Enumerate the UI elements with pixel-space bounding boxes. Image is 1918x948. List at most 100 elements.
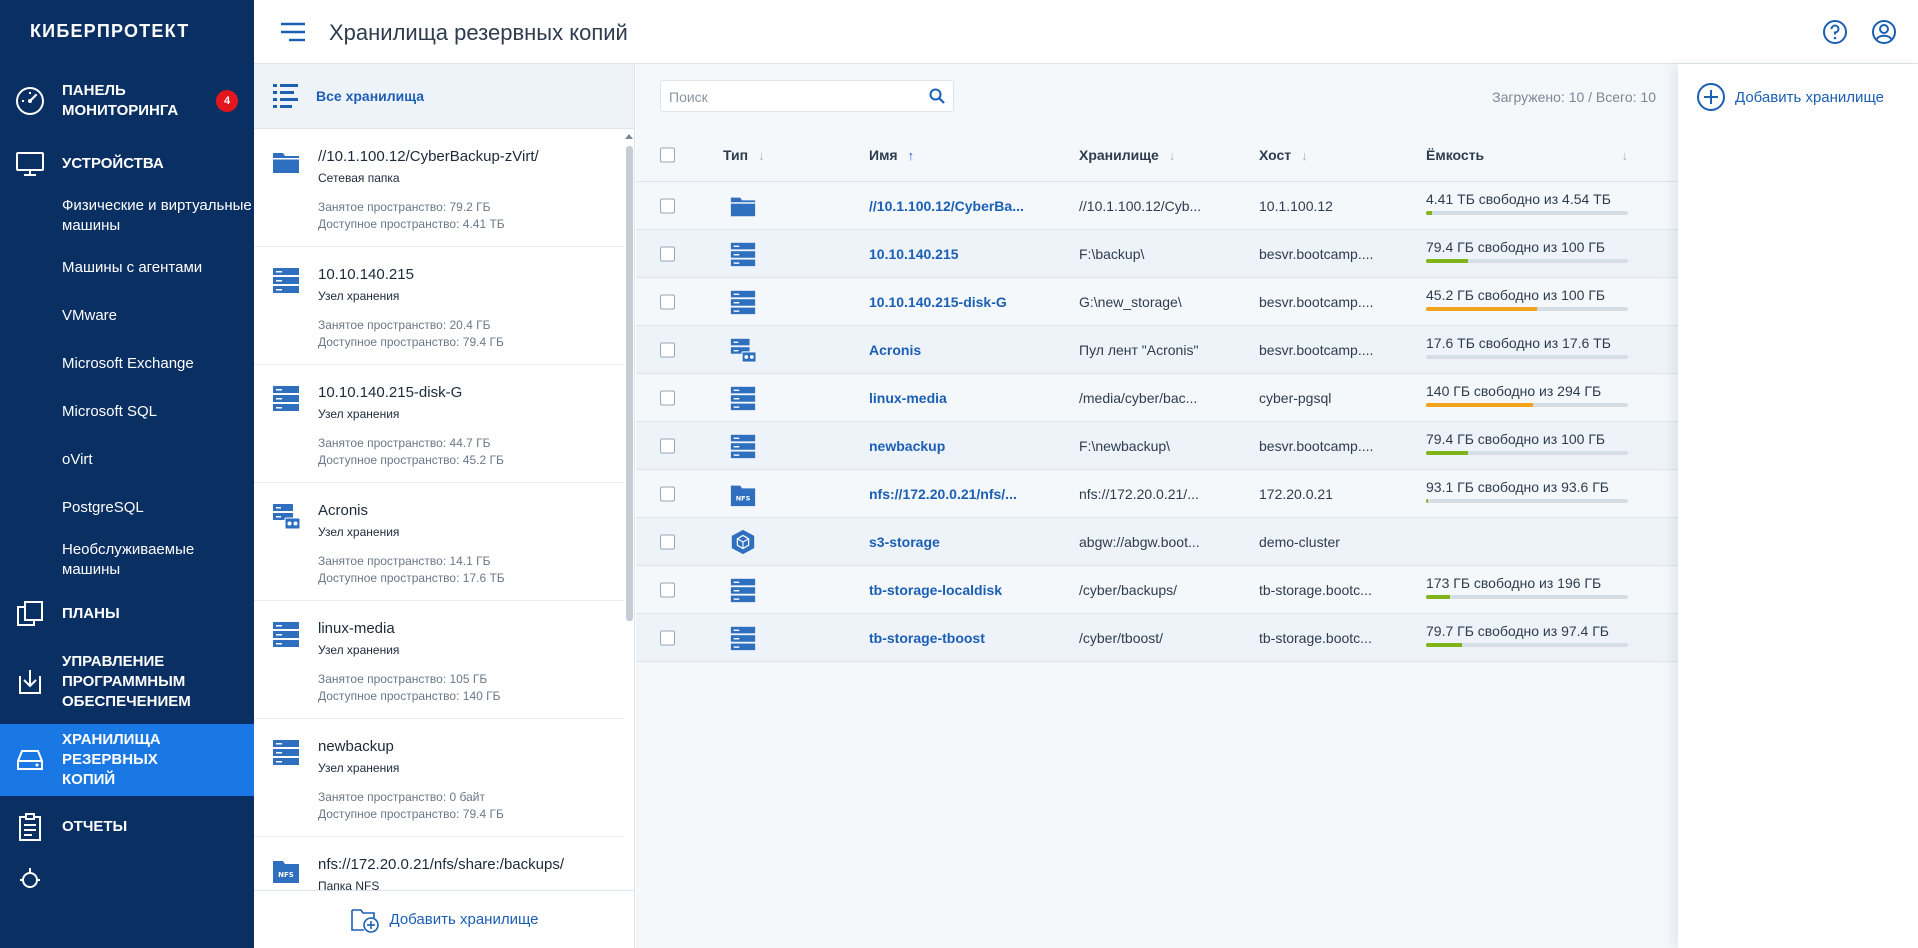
table-row[interactable]: linux-media /media/cyber/bac... cyber-pg…	[636, 374, 1678, 422]
nav-devices[interactable]: УСТРОЙСТВА	[0, 140, 254, 188]
select-all-checkbox[interactable]	[660, 147, 675, 162]
sort-arrow-icon: ↓	[758, 147, 765, 163]
table-row[interactable]: newbackup F:\newbackup\ besvr.bootcamp..…	[636, 422, 1678, 470]
search-input[interactable]	[669, 87, 919, 107]
sort-arrow-icon: ↓	[1301, 147, 1308, 163]
row-checkbox[interactable]	[660, 630, 675, 645]
nav-settings[interactable]	[0, 858, 254, 898]
col-capacity[interactable]: Ёмкость ↓	[1426, 128, 1628, 182]
row-checkbox[interactable]	[660, 534, 675, 549]
table-row[interactable]: //10.1.100.12/CyberBa... //10.1.100.12/C…	[636, 182, 1678, 230]
list-item[interactable]: 10.10.140.215-disk-G Узел хранения Занят…	[254, 365, 624, 483]
list-item-name: 10.10.140.215-disk-G	[318, 384, 463, 401]
nav-physical-virtual[interactable]: Физические и виртуальные машины	[0, 188, 254, 244]
nav-ovirt[interactable]: oVirt	[0, 436, 254, 484]
row-storage: F:\newbackup\	[1079, 438, 1171, 454]
capacity-bar-fill	[1426, 643, 1463, 647]
table-row[interactable]: s3-storage abgw://abgw.boot... demo-clus…	[636, 518, 1678, 566]
all-storages-header[interactable]: Все хранилища	[254, 64, 634, 129]
nav-agents[interactable]: Машины с агентами	[0, 244, 254, 292]
nav-devices-label: УСТРОЙСТВА	[62, 155, 164, 172]
list-item-type: Узел хранения	[318, 761, 400, 775]
list-item-type: Узел хранения	[318, 525, 400, 539]
scroll-thumb[interactable]	[626, 146, 633, 621]
row-name[interactable]: Acronis	[869, 326, 921, 374]
nav-postgresql[interactable]: PostgreSQL	[0, 484, 254, 532]
cloud-cube-icon	[731, 529, 755, 555]
col-storage[interactable]: Хранилище ↓	[1079, 128, 1175, 182]
hamburger-menu-icon[interactable]	[280, 20, 306, 44]
row-name[interactable]: tb-storage-localdisk	[869, 566, 1002, 614]
search-icon[interactable]	[929, 88, 945, 104]
col-name[interactable]: Имя ↑	[869, 128, 914, 182]
capacity-text: 45.2 ГБ свободно из 100 ГБ	[1426, 287, 1606, 303]
add-storage-button[interactable]: Добавить хранилище	[1696, 82, 1884, 112]
row-checkbox[interactable]	[660, 294, 675, 309]
row-checkbox[interactable]	[660, 246, 675, 261]
table-row[interactable]: 10.10.140.215 F:\backup\ besvr.bootcamp.…	[636, 230, 1678, 278]
list-item-free: Доступное пространство: 17.6 ТБ	[318, 571, 505, 585]
nav-reports[interactable]: ОТЧЕТЫ	[0, 796, 254, 858]
row-checkbox[interactable]	[660, 438, 675, 453]
col-host[interactable]: Хост ↓	[1259, 128, 1308, 182]
list-item[interactable]: newbackup Узел хранения Занятое простран…	[254, 719, 624, 837]
list-item-type: Узел хранения	[318, 289, 400, 303]
row-name[interactable]: 10.10.140.215-disk-G	[869, 278, 1007, 326]
row-name[interactable]: linux-media	[869, 374, 947, 422]
storage-list: //10.1.100.12/CyberBackup-zVirt/ Сетевая…	[254, 129, 624, 948]
row-checkbox[interactable]	[660, 390, 675, 405]
user-account-icon[interactable]	[1871, 19, 1897, 45]
row-name[interactable]: s3-storage	[869, 518, 940, 566]
row-checkbox[interactable]	[660, 198, 675, 213]
row-host: cyber-pgsql	[1259, 390, 1332, 406]
row-name[interactable]: nfs://172.20.0.21/nfs/...	[869, 470, 1017, 518]
capacity-cell: 17.6 ТБ свободно из 17.6 ТБ	[1426, 334, 1628, 359]
row-host: tb-storage.bootc...	[1259, 582, 1372, 598]
page-title: Хранилища резервных копий	[329, 20, 628, 45]
list-scrollbar[interactable]	[624, 134, 635, 948]
row-name[interactable]: 10.10.140.215	[869, 230, 959, 278]
nav-software[interactable]: УПРАВЛЕНИЕ ПРОГРАММНЫМ ОБЕСПЕЧЕНИЕМ	[0, 640, 254, 724]
row-host: 10.1.100.12	[1259, 198, 1333, 214]
nav-reports-label: ОТЧЕТЫ	[62, 818, 128, 835]
nav-mssql[interactable]: Microsoft SQL	[0, 388, 254, 436]
help-icon[interactable]	[1822, 19, 1848, 45]
row-checkbox[interactable]	[660, 486, 675, 501]
nav-unmanaged[interactable]: Необслуживаемые машины	[0, 532, 254, 588]
row-checkbox[interactable]	[660, 582, 675, 597]
nav-storages[interactable]: ХРАНИЛИЩА РЕЗЕРВНЫХ КОПИЙ	[0, 724, 254, 796]
row-storage: /cyber/backups/	[1079, 582, 1178, 598]
row-name[interactable]: //10.1.100.12/CyberBa...	[869, 182, 1024, 230]
list-item[interactable]: Acronis Узел хранения Занятое пространст…	[254, 483, 624, 601]
row-storage: /media/cyber/bac...	[1079, 390, 1198, 406]
col-name-label: Имя	[869, 147, 898, 163]
search-box	[660, 80, 954, 112]
storage-table: Тип ↓ Имя ↑ Хранилище ↓ Хост ↓ Ёмкость ↓	[636, 128, 1678, 662]
list-item[interactable]: linux-media Узел хранения Занятое простр…	[254, 601, 624, 719]
folder-icon	[273, 153, 299, 173]
list-item[interactable]: //10.1.100.12/CyberBackup-zVirt/ Сетевая…	[254, 129, 624, 247]
table-row[interactable]: 10.10.140.215-disk-G G:\new_storage\ bes…	[636, 278, 1678, 326]
nav-plans[interactable]: ПЛАНЫ	[0, 588, 254, 640]
row-checkbox[interactable]	[660, 342, 675, 357]
table-row[interactable]: NFS nfs://172.20.0.21/nfs/... nfs://172.…	[636, 470, 1678, 518]
table-row[interactable]: tb-storage-tboost /cyber/tboost/ tb-stor…	[636, 614, 1678, 662]
nav-plans-label: ПЛАНЫ	[62, 605, 120, 622]
row-name[interactable]: newbackup	[869, 422, 945, 470]
nav-monitoring[interactable]: ПАНЕЛЬ МОНИТОРИНГА 4	[0, 62, 254, 140]
nav-exchange[interactable]: Microsoft Exchange	[0, 340, 254, 388]
col-type[interactable]: Тип ↓	[723, 128, 765, 182]
sort-arrow-icon: ↓	[1621, 147, 1629, 163]
row-name[interactable]: tb-storage-tboost	[869, 614, 985, 662]
capacity-cell: 4.41 ТБ свободно из 4.54 ТБ	[1426, 190, 1628, 215]
scroll-up-arrow[interactable]	[625, 134, 633, 139]
table-row[interactable]: tb-storage-localdisk /cyber/backups/ tb-…	[636, 566, 1678, 614]
storage-drive-icon	[17, 750, 43, 770]
nav-vmware[interactable]: VMware	[0, 292, 254, 340]
list-item-type: Сетевая папка	[318, 171, 400, 185]
tape-library-icon	[273, 504, 301, 530]
table-row[interactable]: Acronis Пул лент "Acronis" besvr.bootcam…	[636, 326, 1678, 374]
tape-library-icon	[730, 338, 757, 363]
list-item[interactable]: 10.10.140.215 Узел хранения Занятое прос…	[254, 247, 624, 365]
add-storage-footer-button[interactable]: Добавить хранилище	[254, 890, 634, 948]
